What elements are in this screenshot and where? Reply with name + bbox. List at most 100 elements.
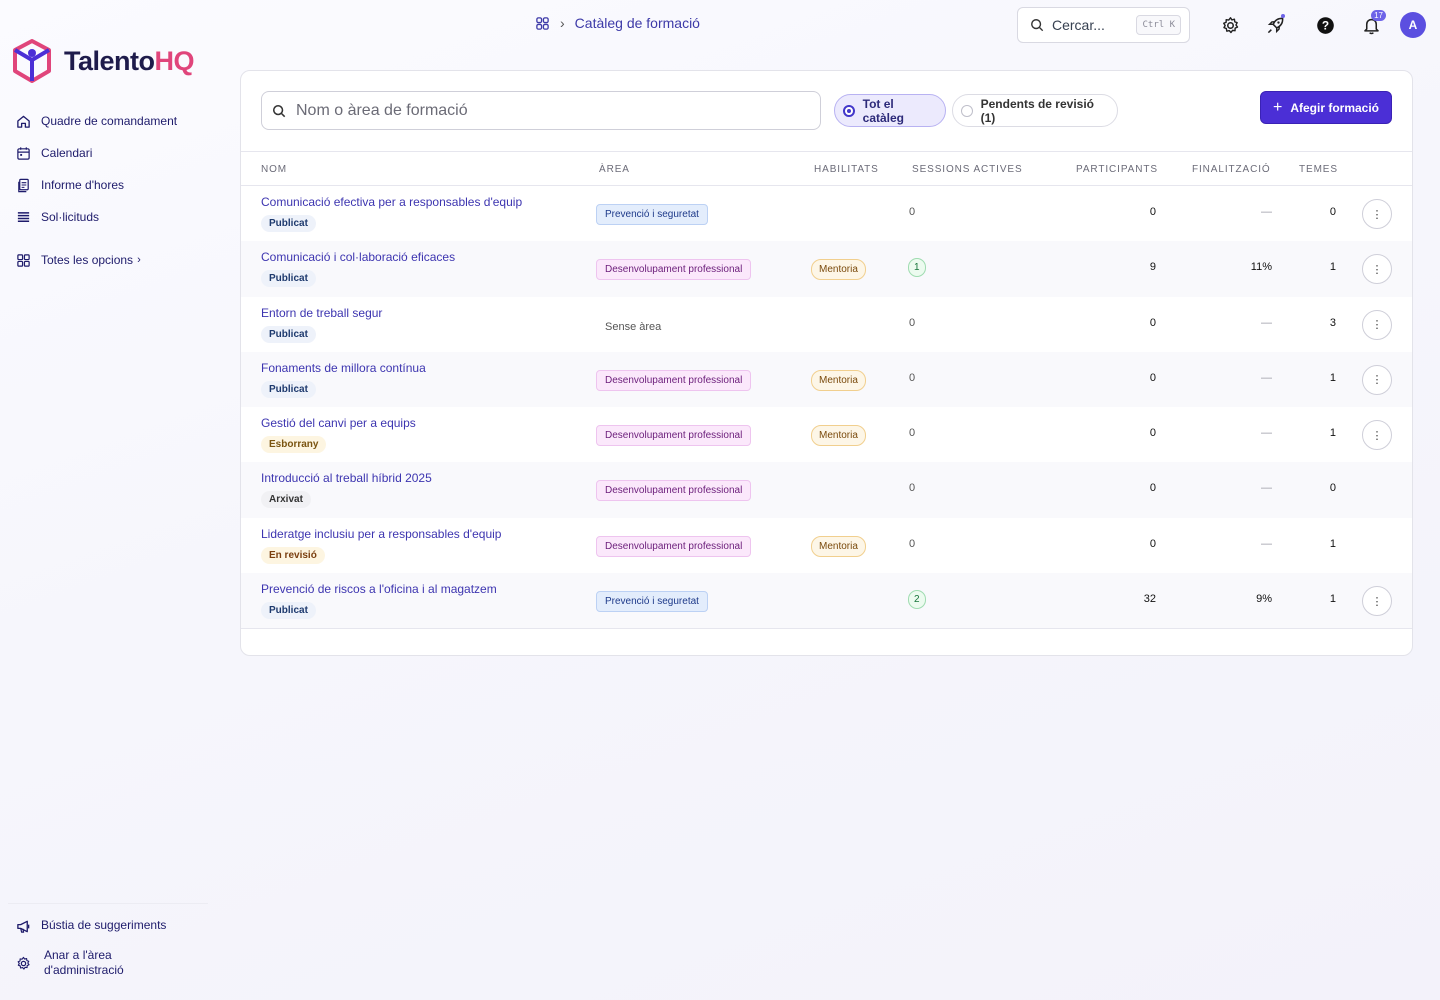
report-icon	[18, 178, 29, 192]
chevron-right-icon: ›	[560, 15, 565, 31]
column-header-completion[interactable]: FINALITZACIÓ	[1192, 164, 1271, 175]
column-header-participants[interactable]: PARTICIPANTS	[1076, 164, 1158, 175]
column-header-skills[interactable]: HABILITATS	[814, 164, 879, 175]
status-badge: Arxivat	[261, 491, 311, 509]
help-icon: ?	[1316, 16, 1334, 34]
completion-value: —	[1261, 482, 1272, 495]
avatar[interactable]: A	[1400, 12, 1426, 38]
sidebar-item-timesheet[interactable]: Informe d'hores	[16, 175, 177, 195]
more-vertical-icon: ⋮	[1371, 208, 1383, 221]
topics-count: 0	[1329, 206, 1336, 218]
training-name-link[interactable]: Prevenció de riscos a l'oficina i al mag…	[261, 582, 497, 596]
sidebar-item-label: Quadre de comandament	[41, 114, 178, 128]
filter-all-label: Tot el catàleg	[862, 96, 904, 125]
sidebar-bottom: Bústia de suggeriments Anar a l'àrea d'ad…	[16, 918, 206, 992]
completion-value: —	[1261, 316, 1272, 329]
topics-count: 3	[1329, 316, 1336, 329]
training-name-link[interactable]: Lideratge inclusiu per a responsables d'…	[261, 527, 501, 541]
row-actions-button[interactable]: ⋮	[1362, 309, 1392, 340]
table-row[interactable]: Entorn de treball segur Publicat Sense àre…	[241, 297, 1412, 352]
suggestions-link[interactable]: Bústia de suggeriments	[16, 918, 206, 934]
list-icon	[17, 211, 30, 222]
launch-button[interactable]	[1263, 13, 1287, 37]
area-tag: Prevenció i seguretat	[596, 591, 708, 613]
sidebar-item-dashboard[interactable]: Quadre de comandament	[16, 111, 177, 131]
column-header-active-sessions[interactable]: SESSIONS ACTIVES	[912, 164, 1023, 175]
catalog-toolbar: Nom o àrea de formació Tot el catàleg Pe…	[241, 71, 1412, 151]
more-vertical-icon: ⋮	[1371, 429, 1383, 442]
training-name-link[interactable]: Introducció al treball híbrid 2025	[261, 471, 432, 485]
gear-icon	[17, 956, 30, 970]
table-row[interactable]: Lideratge inclusiu per a responsables d'…	[241, 518, 1412, 573]
column-header-topics[interactable]: TEMES	[1299, 164, 1338, 175]
search-icon	[272, 104, 286, 117]
active-sessions-count: 1	[908, 258, 926, 278]
training-name-link[interactable]: Fonaments de millora contínua	[261, 361, 426, 375]
radio-empty-icon	[961, 104, 973, 117]
row-actions-button[interactable]: ⋮	[1362, 199, 1392, 229]
calendar-icon	[17, 146, 30, 160]
table-row[interactable]: Fonaments de millora contínua Publicat Des…	[241, 351, 1412, 408]
breadcrumb-current[interactable]: Catàleg de formació	[575, 15, 700, 31]
row-actions-button[interactable]: ⋮	[1362, 364, 1392, 395]
active-sessions-count: 2	[908, 590, 926, 610]
row-actions-button[interactable]: ⋮	[1362, 420, 1392, 451]
column-header-name[interactable]: NOM	[261, 164, 287, 175]
skill-tag: Mentoria	[811, 535, 866, 557]
search-shortcut: Ctrl K	[1136, 15, 1181, 35]
row-actions-button[interactable]: ⋮	[1362, 586, 1392, 617]
filter-all-catalog[interactable]: Tot el catàleg	[834, 94, 946, 127]
active-sessions-count: 0	[909, 482, 916, 495]
completion-value: 11%	[1250, 261, 1272, 274]
logo-text: TalentoHQ	[64, 45, 194, 76]
training-name-link[interactable]: Comunicació efectiva per a responsables …	[261, 195, 522, 209]
table-body: Comunicació efectiva per a responsables …	[241, 186, 1412, 629]
area-tag: Desenvolupament professional	[596, 259, 752, 281]
training-name-link[interactable]: Entorn de treball segur	[261, 306, 382, 320]
settings-button[interactable]	[1218, 13, 1242, 37]
admin-area-link[interactable]: Anar a l'àrea d'administració	[16, 948, 206, 978]
completion-value: —	[1261, 206, 1272, 218]
area-tag: Sense àrea	[605, 320, 662, 333]
plus-icon: +	[1272, 98, 1283, 116]
active-sessions-count: 0	[909, 427, 916, 440]
topics-count: 1	[1329, 261, 1336, 274]
add-training-button[interactable]: + Afegir formació	[1260, 91, 1392, 124]
row-actions-button[interactable]: ⋮	[1362, 254, 1392, 285]
active-sessions-count: 0	[909, 316, 916, 329]
sidebar-item-requests[interactable]: Sol·licituds	[16, 207, 177, 227]
global-search[interactable]: Cercar... Ctrl K	[1017, 7, 1190, 43]
training-name-link[interactable]: Gestió del canvi per a equips	[261, 416, 416, 430]
help-button[interactable]: ?	[1313, 13, 1337, 37]
table-row[interactable]: Prevenció de riscos a l'oficina i al mag…	[241, 573, 1412, 629]
participants-count: 0	[1149, 482, 1156, 495]
participants-count: 32	[1143, 593, 1156, 606]
rocket-icon	[1267, 17, 1283, 33]
topbar: › Catàleg de formació Cercar... Ctrl K ?…	[0, 0, 1440, 50]
catalog-search-input[interactable]: Nom o àrea de formació	[261, 91, 821, 130]
completion-value: —	[1261, 371, 1272, 384]
notifications-button[interactable]: 17	[1359, 10, 1386, 37]
active-sessions-count: 0	[909, 537, 916, 550]
more-vertical-icon: ⋮	[1371, 263, 1383, 276]
sidebar-item-all-options[interactable]: Totes les opcions ›	[16, 250, 177, 270]
sidebar-item-label: Totes les opcions	[41, 253, 134, 267]
sidebar-item-label: Informe d'hores	[41, 178, 124, 192]
table-row[interactable]: Comunicació efectiva per a responsables …	[241, 186, 1412, 241]
status-badge: Publicat	[261, 602, 316, 620]
column-header-area[interactable]: ÀREA	[599, 164, 630, 175]
topics-count: 0	[1329, 482, 1336, 495]
skill-tag: Mentoria	[811, 369, 866, 391]
sidebar-item-calendar[interactable]: Calendari	[16, 143, 177, 163]
more-vertical-icon: ⋮	[1371, 319, 1383, 332]
table-row[interactable]: Comunicació i col·laboració eficaces Publ…	[241, 241, 1412, 297]
table-row[interactable]: Introducció al treball híbrid 2025 Arxiva…	[241, 462, 1412, 518]
filter-pending-review[interactable]: Pendents de revisió (1)	[952, 94, 1118, 127]
table-row[interactable]: Gestió del canvi per a equips Esborrany De…	[241, 407, 1412, 462]
completion-value: 9%	[1256, 593, 1272, 606]
area-tag: Desenvolupament professional	[596, 535, 752, 557]
admin-area-label: Anar a l'àrea d'administració	[44, 948, 124, 977]
sidebar-divider	[8, 903, 208, 904]
apps-grid-icon[interactable]	[535, 16, 550, 31]
training-name-link[interactable]: Comunicació i col·laboració eficaces	[261, 250, 455, 264]
